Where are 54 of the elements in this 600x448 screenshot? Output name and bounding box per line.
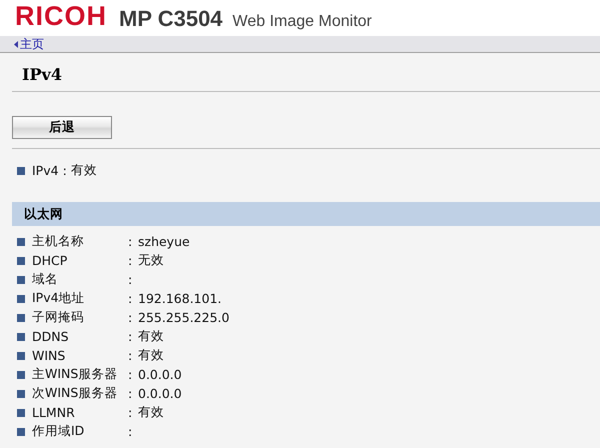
field-label: 子网掩码	[32, 309, 85, 326]
field-label: 主机名称	[32, 233, 85, 250]
field-label: 作用域ID	[32, 423, 86, 440]
back-arrow-icon	[14, 40, 18, 48]
field-value: 0.0.0.0	[138, 367, 182, 382]
field-label: 次WINS服务器	[32, 385, 118, 402]
field-value: 255.255.225.0	[138, 310, 230, 325]
colon: :	[128, 386, 134, 401]
bullet-icon	[17, 294, 25, 302]
field-value: 有效	[138, 404, 164, 421]
bullet-icon	[17, 408, 25, 416]
colon: :	[128, 253, 134, 268]
field-label: IPv4地址	[32, 290, 86, 307]
field-value: 有效	[138, 328, 164, 345]
colon: :	[62, 163, 67, 178]
colon: :	[128, 405, 134, 420]
field-value: szheyue	[138, 234, 190, 249]
field-label: 域名	[32, 271, 59, 288]
field-value: 有效	[70, 162, 97, 179]
colon: :	[128, 291, 134, 306]
field-value: 无效	[138, 252, 164, 269]
bullet-icon	[17, 238, 25, 246]
field-label: IPv4	[32, 163, 59, 178]
colon: :	[128, 367, 134, 382]
field-label: LLMNR	[32, 405, 76, 420]
colon: :	[128, 424, 134, 439]
colon: :	[128, 272, 134, 287]
field-label: DHCP	[32, 253, 68, 268]
brand-logo: RICOH	[15, 3, 107, 30]
page-title: IPv4	[21, 64, 63, 86]
field-label: WINS	[32, 348, 66, 363]
product-name: Web Image Monitor	[232, 14, 372, 30]
bullet-icon	[17, 390, 25, 398]
bullet-icon	[17, 256, 25, 264]
back-button[interactable]: 后退	[12, 116, 112, 139]
section-header: 以太网	[12, 202, 600, 226]
colon: :	[128, 310, 134, 325]
field-label: DDNS	[32, 329, 70, 344]
field-value: 192.168.101.	[138, 291, 222, 306]
colon: :	[128, 234, 134, 249]
colon: :	[128, 329, 134, 344]
bullet-icon	[17, 276, 25, 284]
bullet-icon	[17, 352, 25, 360]
field-value: 有效	[138, 347, 164, 364]
field-value: 0.0.0.0	[138, 386, 182, 401]
field-label: 主WINS服务器	[32, 366, 118, 383]
bullet-icon	[17, 428, 25, 436]
model-name: MP C3504	[119, 8, 223, 30]
bullet-icon	[17, 166, 25, 174]
home-link[interactable]: 主页	[20, 38, 44, 50]
bullet-icon	[17, 314, 25, 322]
bullet-icon	[17, 370, 25, 378]
colon: :	[128, 348, 134, 363]
bullet-icon	[17, 332, 25, 340]
